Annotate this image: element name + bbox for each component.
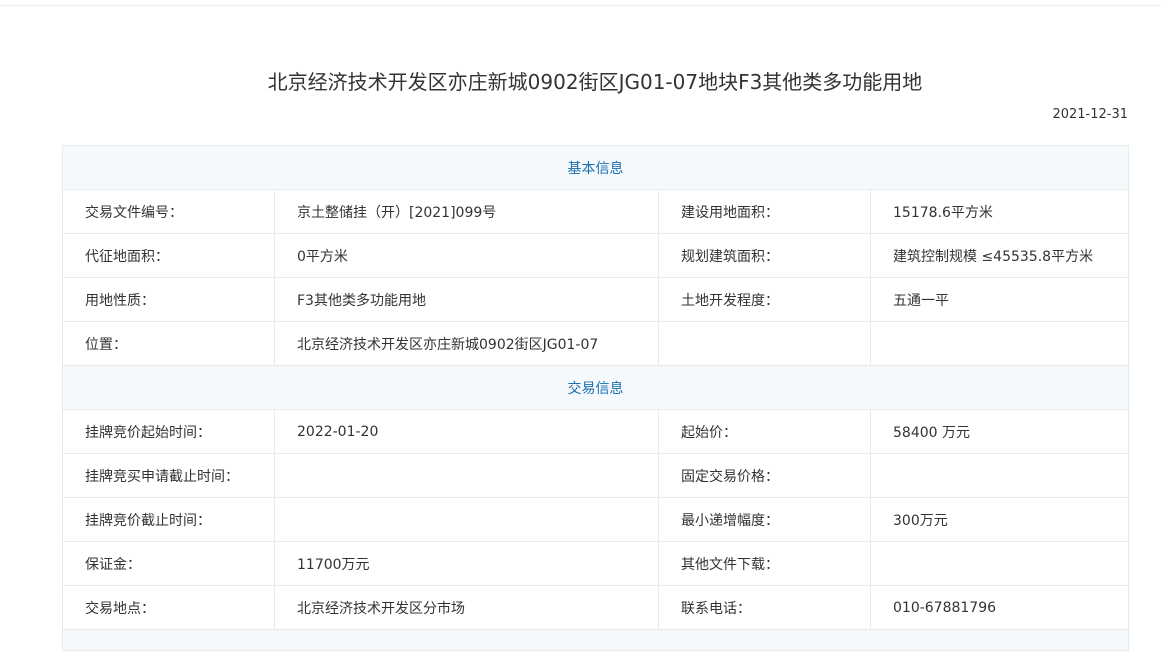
field-value: 北京经济技术开发区亦庄新城0902街区JG01-07 (274, 321, 659, 366)
field-value: F3其他类多功能用地 (274, 277, 659, 322)
field-label: 用地性质： (62, 277, 275, 322)
field-value: 010-67881796 (870, 585, 1129, 630)
table-row: 挂牌竞价起始时间： 2022-01-20 起始价： 58400 万元 (62, 409, 1129, 454)
field-label: 固定交易价格： (658, 453, 871, 498)
section-title: 交易信息 (62, 365, 1129, 410)
field-value: 北京经济技术开发区分市场 (274, 585, 659, 630)
land-info-table: 基本信息 交易文件编号： 京土整储挂（开）[2021]099号 建设用地面积： … (62, 145, 1129, 651)
field-label: 代征地面积： (62, 233, 275, 278)
field-value: 300万元 (870, 497, 1129, 542)
publish-date: 2021-12-31 (1052, 107, 1128, 122)
section-header-basic: 基本信息 (62, 145, 1129, 190)
field-label: 挂牌竞价起始时间： (62, 409, 275, 454)
field-label: 挂牌竞买申请截止时间： (62, 453, 275, 498)
field-value: 五通一平 (870, 277, 1129, 322)
table-row: 保证金： 11700万元 其他文件下载： (62, 541, 1129, 586)
table-row: 位置： 北京经济技术开发区亦庄新城0902街区JG01-07 (62, 321, 1129, 366)
page-title: 北京经济技术开发区亦庄新城0902街区JG01-07地块F3其他类多功能用地 (267, 70, 923, 94)
field-value: 11700万元 (274, 541, 659, 586)
field-label: 联系电话： (658, 585, 871, 630)
field-value (274, 497, 659, 542)
table-row: 交易文件编号： 京土整储挂（开）[2021]099号 建设用地面积： 15178… (62, 189, 1129, 234)
field-value (870, 541, 1129, 586)
field-label: 交易地点： (62, 585, 275, 630)
section-header-trade: 交易信息 (62, 365, 1129, 410)
field-label: 土地开发程度： (658, 277, 871, 322)
field-label: 位置： (62, 321, 275, 366)
field-value: 15178.6平方米 (870, 189, 1129, 234)
table-footer-row (62, 629, 1129, 651)
field-label: 起始价： (658, 409, 871, 454)
field-label: 最小递增幅度： (658, 497, 871, 542)
table-row: 用地性质： F3其他类多功能用地 土地开发程度： 五通一平 (62, 277, 1129, 322)
table-row: 挂牌竞价截止时间： 最小递增幅度： 300万元 (62, 497, 1129, 542)
table-footer-cell (62, 629, 1129, 651)
top-divider (0, 5, 1162, 6)
field-value: 58400 万元 (870, 409, 1129, 454)
field-label: 规划建筑面积： (658, 233, 871, 278)
field-label: 其他文件下载： (658, 541, 871, 586)
field-value (274, 453, 659, 498)
field-value: 2022-01-20 (274, 409, 659, 454)
field-label: 建设用地面积： (658, 189, 871, 234)
table-row: 挂牌竞买申请截止时间： 固定交易价格： (62, 453, 1129, 498)
field-value (870, 453, 1129, 498)
field-value: 京土整储挂（开）[2021]099号 (274, 189, 659, 234)
field-label (658, 321, 871, 366)
field-label: 保证金： (62, 541, 275, 586)
field-label: 挂牌竞价截止时间： (62, 497, 275, 542)
section-title: 基本信息 (62, 145, 1129, 190)
field-value: 建筑控制规模 ≤45535.8平方米 (870, 233, 1129, 278)
field-value: 0平方米 (274, 233, 659, 278)
field-label: 交易文件编号： (62, 189, 275, 234)
table-row: 交易地点： 北京经济技术开发区分市场 联系电话： 010-67881796 (62, 585, 1129, 630)
table-row: 代征地面积： 0平方米 规划建筑面积： 建筑控制规模 ≤45535.8平方米 (62, 233, 1129, 278)
field-value (870, 321, 1129, 366)
